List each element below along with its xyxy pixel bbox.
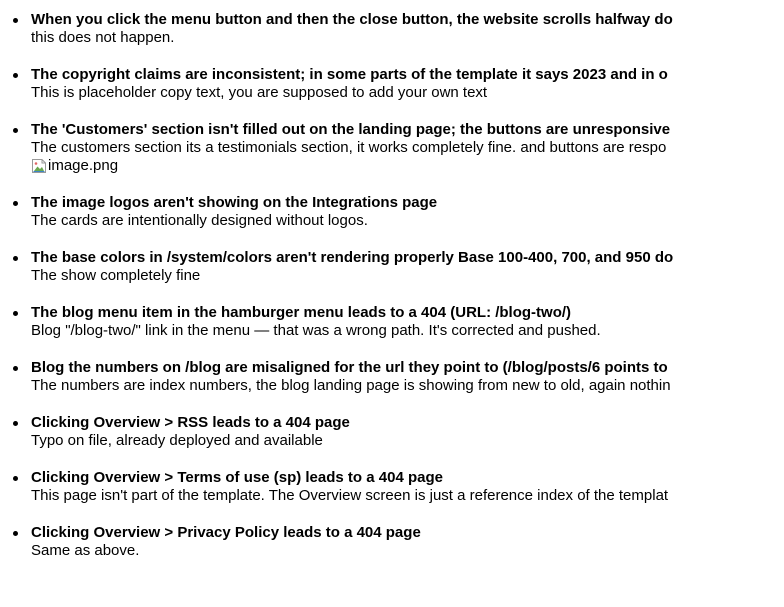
list-item: When you click the menu button and then … [0, 11, 784, 47]
broken-image-icon [31, 158, 47, 174]
list-item: The blog menu item in the hamburger menu… [0, 304, 784, 340]
issue-response: This is placeholder copy text, you are s… [31, 84, 488, 101]
list-item: The image logos aren't showing on the In… [0, 194, 784, 230]
issue-title: Blog the numbers on /blog are misaligned… [31, 359, 668, 376]
issue-title: The 'Customers' section isn't filled out… [31, 121, 671, 138]
issue-response: The cards are intentionally designed wit… [31, 212, 368, 229]
issue-title: Clicking Overview > Terms of use (sp) le… [31, 469, 443, 486]
issue-title: When you click the menu button and then … [31, 11, 673, 28]
issue-title: The copyright claims are inconsistent; i… [31, 66, 668, 83]
issue-response: The numbers are index numbers, the blog … [31, 377, 671, 394]
broken-image-alt: image.png [48, 157, 119, 174]
issue-response: Typo on file, already deployed and avail… [31, 432, 323, 449]
issue-title: The image logos aren't showing on the In… [31, 194, 438, 211]
list-item: The copyright claims are inconsistent; i… [0, 66, 784, 102]
issue-list: When you click the menu button and then … [0, 11, 784, 579]
issue-response: The show completely fine [31, 267, 201, 284]
issue-title: Clicking Overview > RSS leads to a 404 p… [31, 414, 350, 431]
issue-response: This page isn't part of the template. Th… [31, 487, 669, 504]
issue-response: Same as above. [31, 542, 140, 559]
list-item: Clicking Overview > Privacy Policy leads… [0, 524, 784, 560]
list-item: Clicking Overview > Terms of use (sp) le… [0, 469, 784, 505]
list-item: The base colors in /system/colors aren't… [0, 249, 784, 285]
list-item: Clicking Overview > RSS leads to a 404 p… [0, 414, 784, 450]
issue-response: The customers section its a testimonials… [31, 139, 667, 156]
broken-image: image.png [31, 157, 784, 175]
issue-response: Blog "/blog-two/" link in the menu — tha… [31, 322, 601, 339]
issue-response: this does not happen. [31, 29, 175, 46]
issue-title: The blog menu item in the hamburger menu… [31, 304, 572, 321]
list-item: The 'Customers' section isn't filled out… [0, 121, 784, 175]
list-item: Blog the numbers on /blog are misaligned… [0, 359, 784, 395]
issue-title: Clicking Overview > Privacy Policy leads… [31, 524, 421, 541]
issue-title: The base colors in /system/colors aren't… [31, 249, 674, 266]
